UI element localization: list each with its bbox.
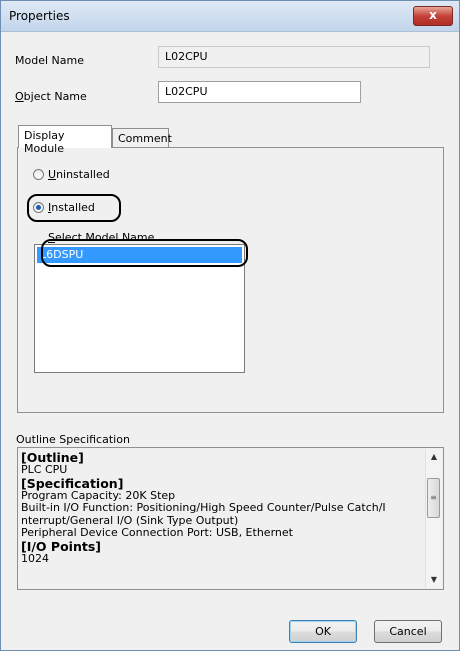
outline-scrollbar[interactable]: ▲ ≡ ▼	[425, 449, 442, 588]
outline-specification-box[interactable]: [Outline] PLC CPU [Specification] Progra…	[17, 447, 444, 590]
object-name-label: Object Name	[15, 90, 87, 103]
model-name-label: Model Name	[15, 54, 84, 67]
tab-display-module[interactable]: Display Module	[18, 125, 112, 155]
uninstalled-label: Uninstalled	[48, 168, 110, 181]
outline-specification-label: Outline Specification	[16, 433, 130, 446]
cancel-button[interactable]: Cancel	[374, 620, 442, 643]
properties-dialog: Properties x Model Name L02CPU Object Na…	[0, 0, 460, 651]
title-bar[interactable]: Properties x	[1, 1, 459, 32]
outline-heading: [I/O Points]	[21, 538, 101, 554]
close-button[interactable]: x	[413, 6, 453, 26]
outline-line: Built-in I/O Function: Positioning/High …	[21, 501, 386, 514]
scroll-down-icon[interactable]: ▼	[426, 572, 442, 588]
tab-comment[interactable]: Comment	[112, 128, 172, 148]
outline-line: Peripheral Device Connection Port: USB, …	[21, 526, 293, 539]
outline-heading: [Specification]	[21, 475, 124, 491]
model-name-field: L02CPU	[158, 46, 430, 68]
scrollbar-thumb[interactable]: ≡	[427, 478, 440, 518]
outline-text: [Outline] PLC CPU [Specification] Progra…	[21, 451, 425, 565]
outline-line: 1024	[21, 551, 49, 565]
close-icon: x	[429, 8, 437, 22]
installed-highlight-callout	[27, 194, 121, 222]
list-selection-callout	[41, 239, 248, 267]
outline-line: PLC CPU	[21, 463, 68, 476]
ok-button[interactable]: OK	[289, 620, 357, 643]
object-name-value: L02CPU	[165, 85, 208, 98]
scroll-up-icon[interactable]: ▲	[426, 449, 442, 465]
window-title: Properties	[9, 9, 70, 23]
object-name-input[interactable]: L02CPU	[158, 81, 361, 103]
uninstalled-radio[interactable]	[33, 169, 44, 180]
model-name-value: L02CPU	[165, 50, 208, 63]
outline-heading: [Outline]	[21, 450, 84, 465]
